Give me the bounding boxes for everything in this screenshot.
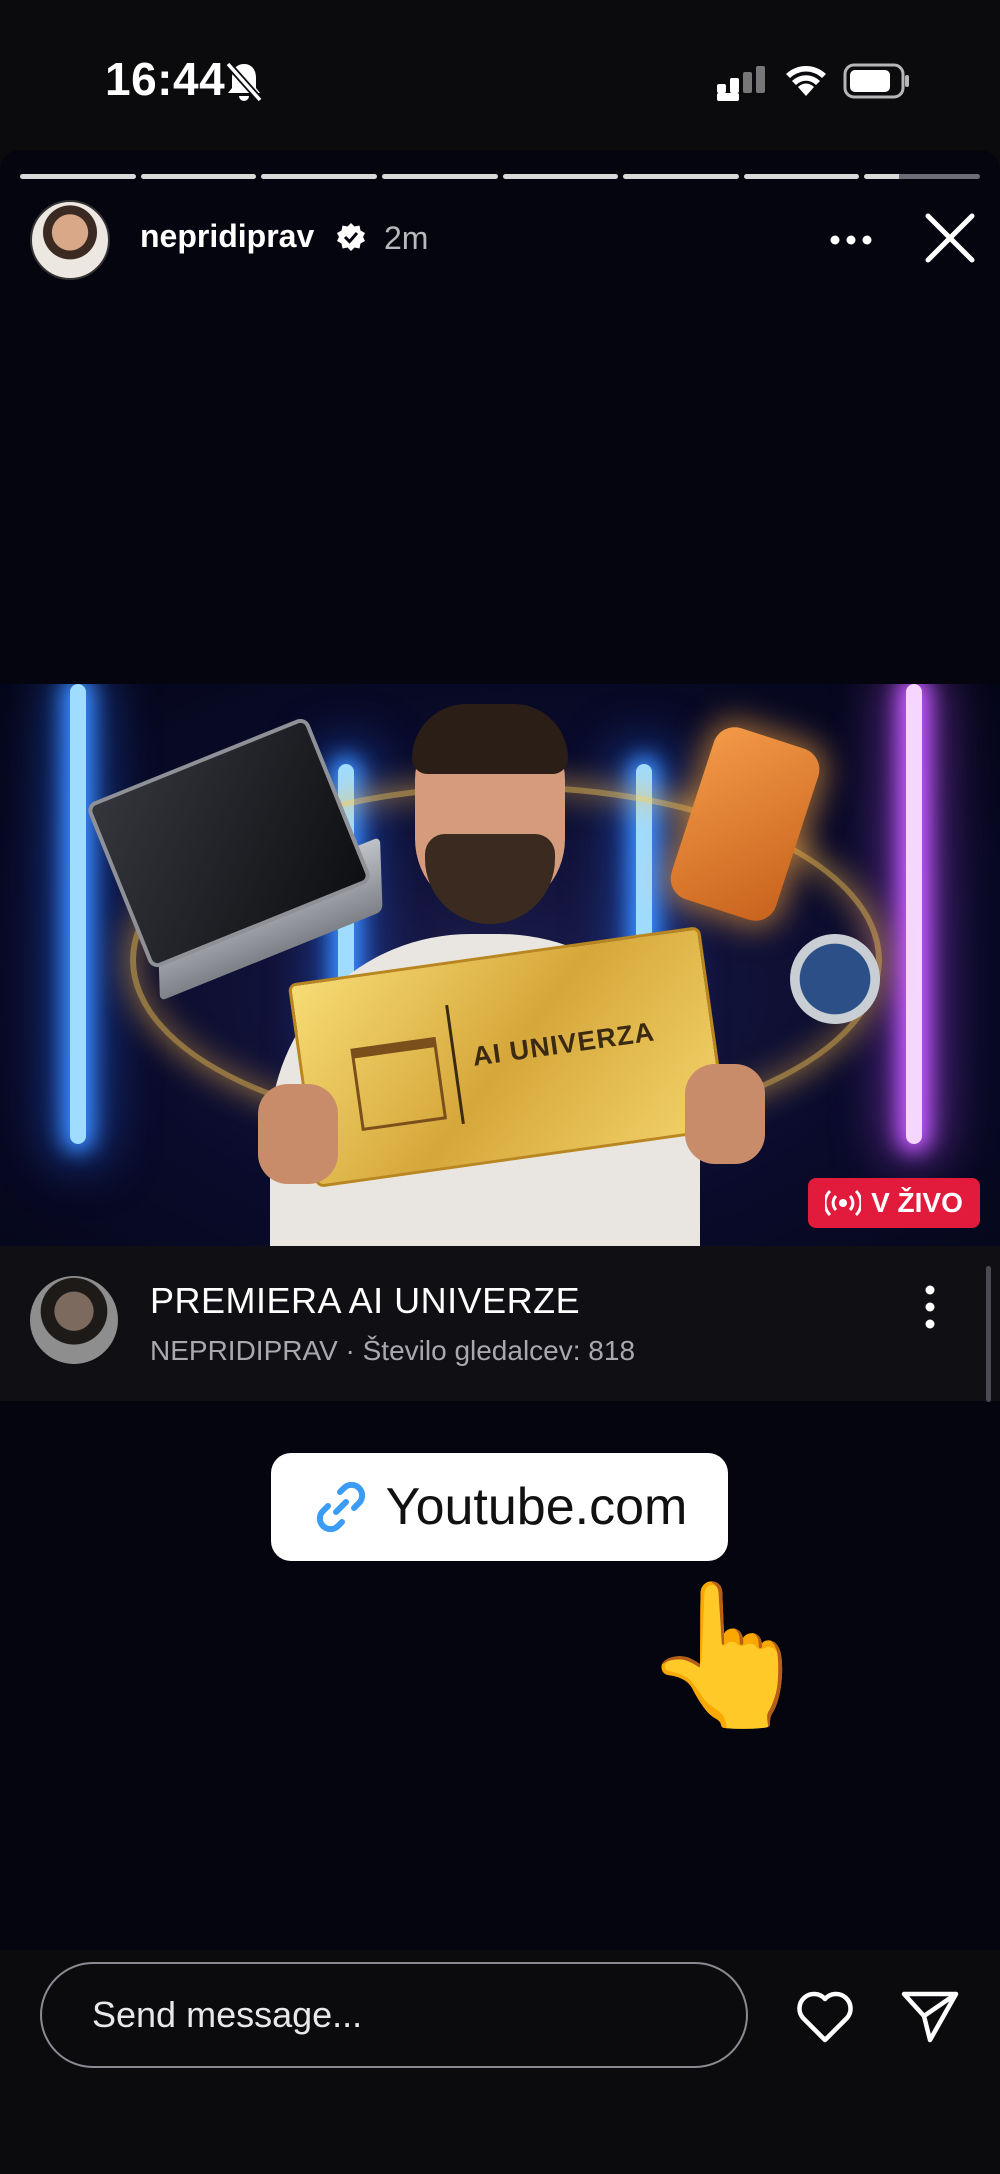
close-icon[interactable]	[922, 210, 978, 266]
neon-light	[70, 684, 86, 1144]
video-meta: NEPRIDIPRAV · Število gledalcev: 818	[150, 1335, 636, 1366]
video-thumbnail[interactable]: AI UNIVERZA	[0, 684, 1000, 1246]
progress-segment	[623, 174, 739, 179]
progress-segment	[502, 174, 619, 179]
channel-avatar[interactable]	[30, 1276, 118, 1364]
scrollbar[interactable]	[986, 1266, 991, 1402]
progress-segment	[140, 174, 257, 179]
send-icon[interactable]	[900, 1988, 960, 2044]
link-sticker-label: Youtube.com	[385, 1478, 688, 1536]
progress-segment	[381, 174, 498, 179]
username[interactable]: nepridiprav	[140, 218, 314, 255]
heart-icon[interactable]	[795, 1988, 855, 2044]
ticket-text: AI UNIVERZA	[470, 1016, 657, 1072]
neon-light	[906, 684, 922, 1144]
university-building-icon	[350, 1036, 448, 1132]
status-time: 16:44	[105, 53, 226, 105]
pointing-hand-emoji: 👆	[640, 1576, 815, 1733]
live-broadcast-icon	[825, 1189, 862, 1217]
bell-slash-icon	[225, 61, 263, 103]
ticket-divider	[445, 1004, 465, 1125]
more-options-icon[interactable]	[826, 220, 876, 260]
progress-segment	[20, 174, 136, 179]
hand-left	[258, 1084, 338, 1184]
link-icon	[316, 1481, 365, 1533]
live-badge: V ŽIVO	[808, 1178, 980, 1228]
progress-segment-current	[864, 174, 980, 179]
message-input[interactable]	[40, 1962, 748, 2068]
person-hair	[412, 704, 568, 774]
live-badge-label: V ŽIVO	[871, 1187, 963, 1218]
progress-segment	[743, 174, 860, 179]
verified-badge-icon	[337, 223, 365, 251]
video-options-icon[interactable]	[915, 1282, 945, 1332]
hand-right	[685, 1064, 765, 1164]
video-info-row[interactable]	[0, 1246, 1000, 1401]
watch-image	[790, 934, 880, 1024]
battery-icon	[843, 63, 909, 99]
link-sticker[interactable]: Youtube.com	[271, 1453, 728, 1561]
wifi-icon	[786, 66, 826, 96]
status-bar: 16:44	[0, 0, 1000, 150]
video-title[interactable]: PREMIERA AI UNIVERZE	[150, 1280, 580, 1322]
user-avatar[interactable]	[30, 200, 110, 280]
progress-segment	[261, 174, 377, 179]
story-progress-bar	[20, 174, 980, 179]
post-time: 2m	[384, 220, 429, 256]
cellular-signal-icon	[717, 66, 765, 101]
